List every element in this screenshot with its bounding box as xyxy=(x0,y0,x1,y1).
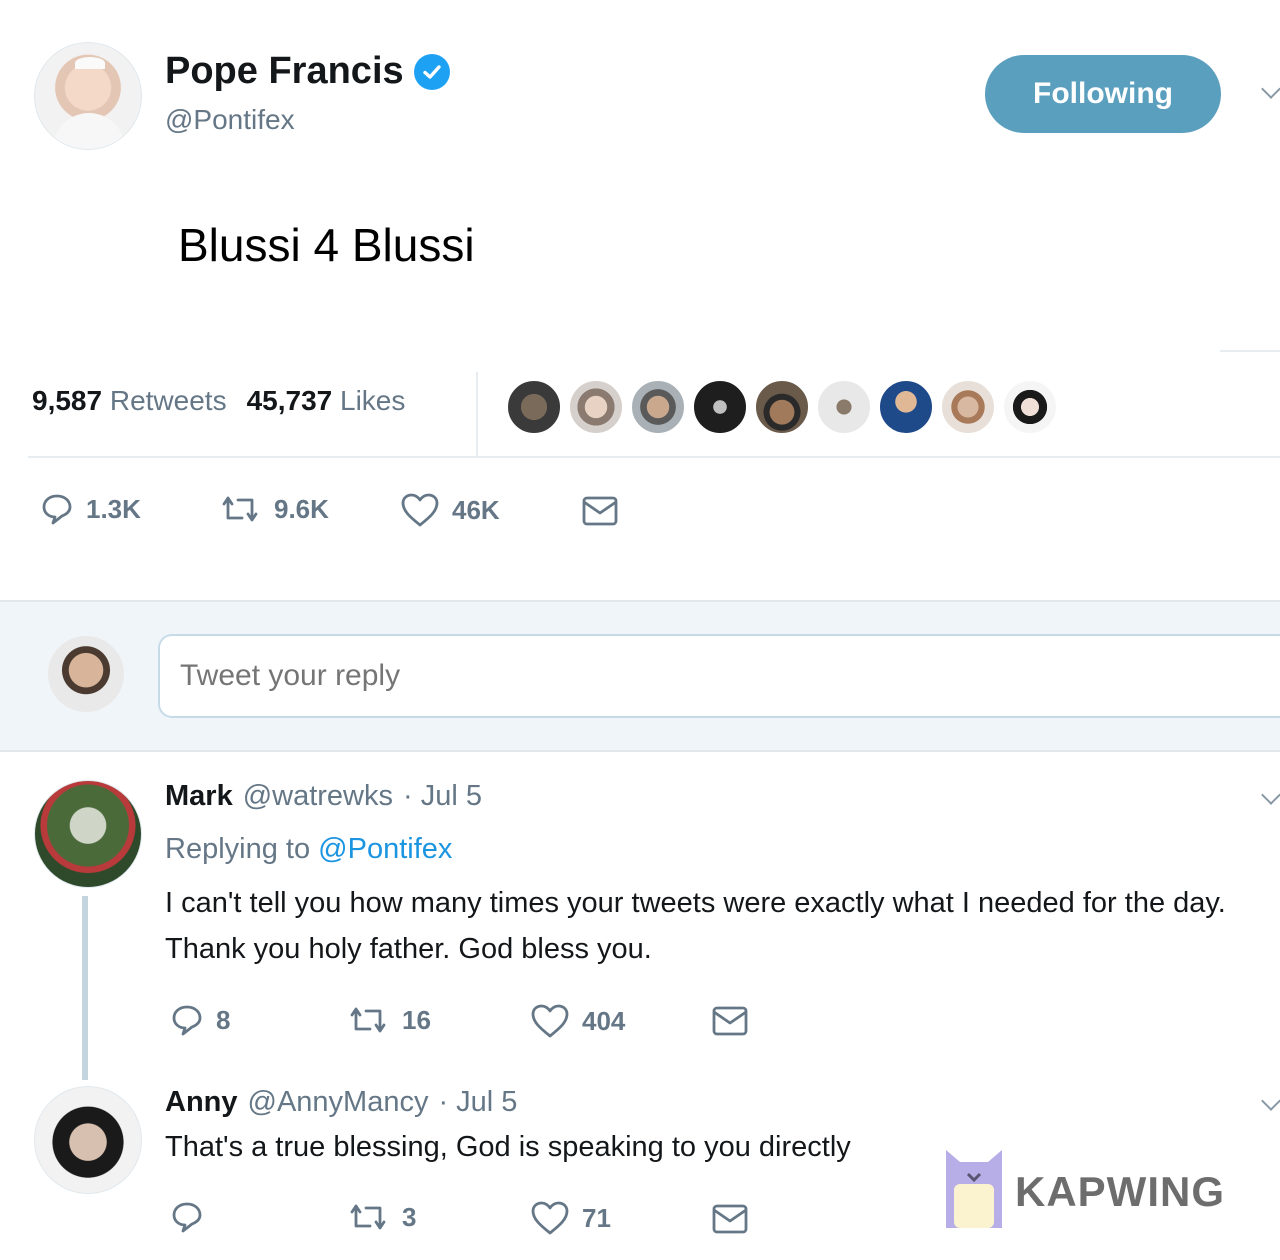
envelope-icon xyxy=(712,1006,748,1036)
retweet-icon xyxy=(350,1204,386,1230)
display-name[interactable]: Pope Francis xyxy=(165,50,404,93)
retweet-count: 9.6K xyxy=(274,493,329,524)
reply-date[interactable]: · Jul 5 xyxy=(438,1086,517,1119)
replying-to-line: Replying to @Pontifex xyxy=(165,833,453,865)
reply-count: 8 xyxy=(216,1004,231,1035)
zucchetto-shape xyxy=(75,57,105,69)
envelope-icon xyxy=(582,496,618,526)
heart-icon xyxy=(401,493,439,527)
reply-author-handle[interactable]: @AnnyMancy xyxy=(248,1086,429,1119)
reply-date[interactable]: · Jul 5 xyxy=(403,780,482,813)
tweet-reply-input[interactable] xyxy=(158,634,1280,718)
divider xyxy=(28,456,1280,458)
retweets-stat[interactable]: 9,587 Retweets xyxy=(32,385,227,417)
pontifex-avatar[interactable] xyxy=(34,42,142,150)
heart-icon xyxy=(531,1004,569,1038)
retweet-action[interactable]: 9.6K xyxy=(218,492,329,526)
reply-header: Mark @watrewks · Jul 5 xyxy=(165,780,482,813)
chevron-down-icon[interactable] xyxy=(1261,79,1280,99)
reply-header: Anny @AnnyMancy · Jul 5 xyxy=(165,1086,517,1119)
liker-avatar[interactable] xyxy=(1001,378,1059,436)
profile-name-row: Pope Francis xyxy=(165,50,450,93)
stats-divider xyxy=(476,372,478,458)
like-count: 404 xyxy=(582,1005,626,1036)
direct-message-action[interactable] xyxy=(712,1204,748,1234)
reply-action[interactable] xyxy=(170,1200,216,1234)
retweet-count: 3 xyxy=(402,1201,417,1232)
reply-author-name[interactable]: Mark xyxy=(165,780,233,813)
retweet-action[interactable]: 3 xyxy=(346,1200,416,1234)
tweet-text: Blussi 4 Blussi xyxy=(178,219,475,271)
thread-connector-line xyxy=(82,896,88,1080)
likes-stat[interactable]: 45,737 Likes xyxy=(247,385,406,417)
heart-icon xyxy=(531,1201,569,1235)
liker-avatar[interactable] xyxy=(567,378,625,436)
retweet-icon xyxy=(222,496,258,522)
tweet-stats: 9,587 Retweets 45,737 Likes xyxy=(32,385,405,417)
liker-avatar[interactable] xyxy=(939,378,997,436)
retweet-count: 16 xyxy=(402,1004,431,1035)
verified-badge-icon xyxy=(413,53,450,90)
reply-author-avatar[interactable] xyxy=(34,780,142,888)
direct-message-action[interactable] xyxy=(712,1006,748,1036)
liker-avatar[interactable] xyxy=(815,378,873,436)
reply-icon xyxy=(42,494,72,525)
liker-avatar[interactable] xyxy=(753,378,811,436)
reply-author-name[interactable]: Anny xyxy=(165,1086,238,1119)
user-handle[interactable]: @Pontifex xyxy=(165,104,295,136)
retweet-icon xyxy=(350,1007,386,1033)
like-count: 46K xyxy=(452,494,500,525)
retweet-action[interactable]: 16 xyxy=(346,1003,431,1037)
reply-icon xyxy=(172,1202,202,1233)
direct-message-action[interactable] xyxy=(582,496,618,526)
kapwing-watermark: KAPWING xyxy=(1015,1168,1225,1215)
liker-avatar[interactable] xyxy=(691,378,749,436)
divider xyxy=(1220,350,1280,352)
kapwing-logo-icon xyxy=(946,1150,1002,1228)
liker-avatar[interactable] xyxy=(629,378,687,436)
like-action[interactable]: 404 xyxy=(530,1003,625,1039)
like-action[interactable]: 46K xyxy=(400,492,500,528)
reply-action[interactable]: 8 xyxy=(170,1003,230,1037)
current-user-avatar[interactable] xyxy=(48,636,124,712)
like-action[interactable]: 71 xyxy=(530,1200,611,1236)
replying-to-handle[interactable]: @Pontifex xyxy=(318,833,452,865)
reply-icon xyxy=(172,1005,202,1036)
reply-text: That's a true blessing, God is speaking … xyxy=(165,1131,851,1163)
robe-shape xyxy=(53,113,125,149)
reply-action[interactable]: 1.3K xyxy=(40,492,141,526)
reply-count: 1.3K xyxy=(86,493,141,524)
liker-avatar[interactable] xyxy=(877,378,935,436)
likers-avatar-row xyxy=(505,378,1059,436)
reply-author-avatar[interactable] xyxy=(34,1086,142,1194)
following-button[interactable]: Following xyxy=(985,55,1221,133)
envelope-icon xyxy=(712,1204,748,1234)
liker-avatar[interactable] xyxy=(505,378,563,436)
like-count: 71 xyxy=(582,1202,611,1233)
reply-text: I can't tell you how many times your twe… xyxy=(165,887,1226,965)
chevron-down-icon[interactable] xyxy=(1261,1091,1280,1111)
chevron-down-icon[interactable] xyxy=(1261,785,1280,805)
reply-author-handle[interactable]: @watrewks xyxy=(243,780,393,813)
